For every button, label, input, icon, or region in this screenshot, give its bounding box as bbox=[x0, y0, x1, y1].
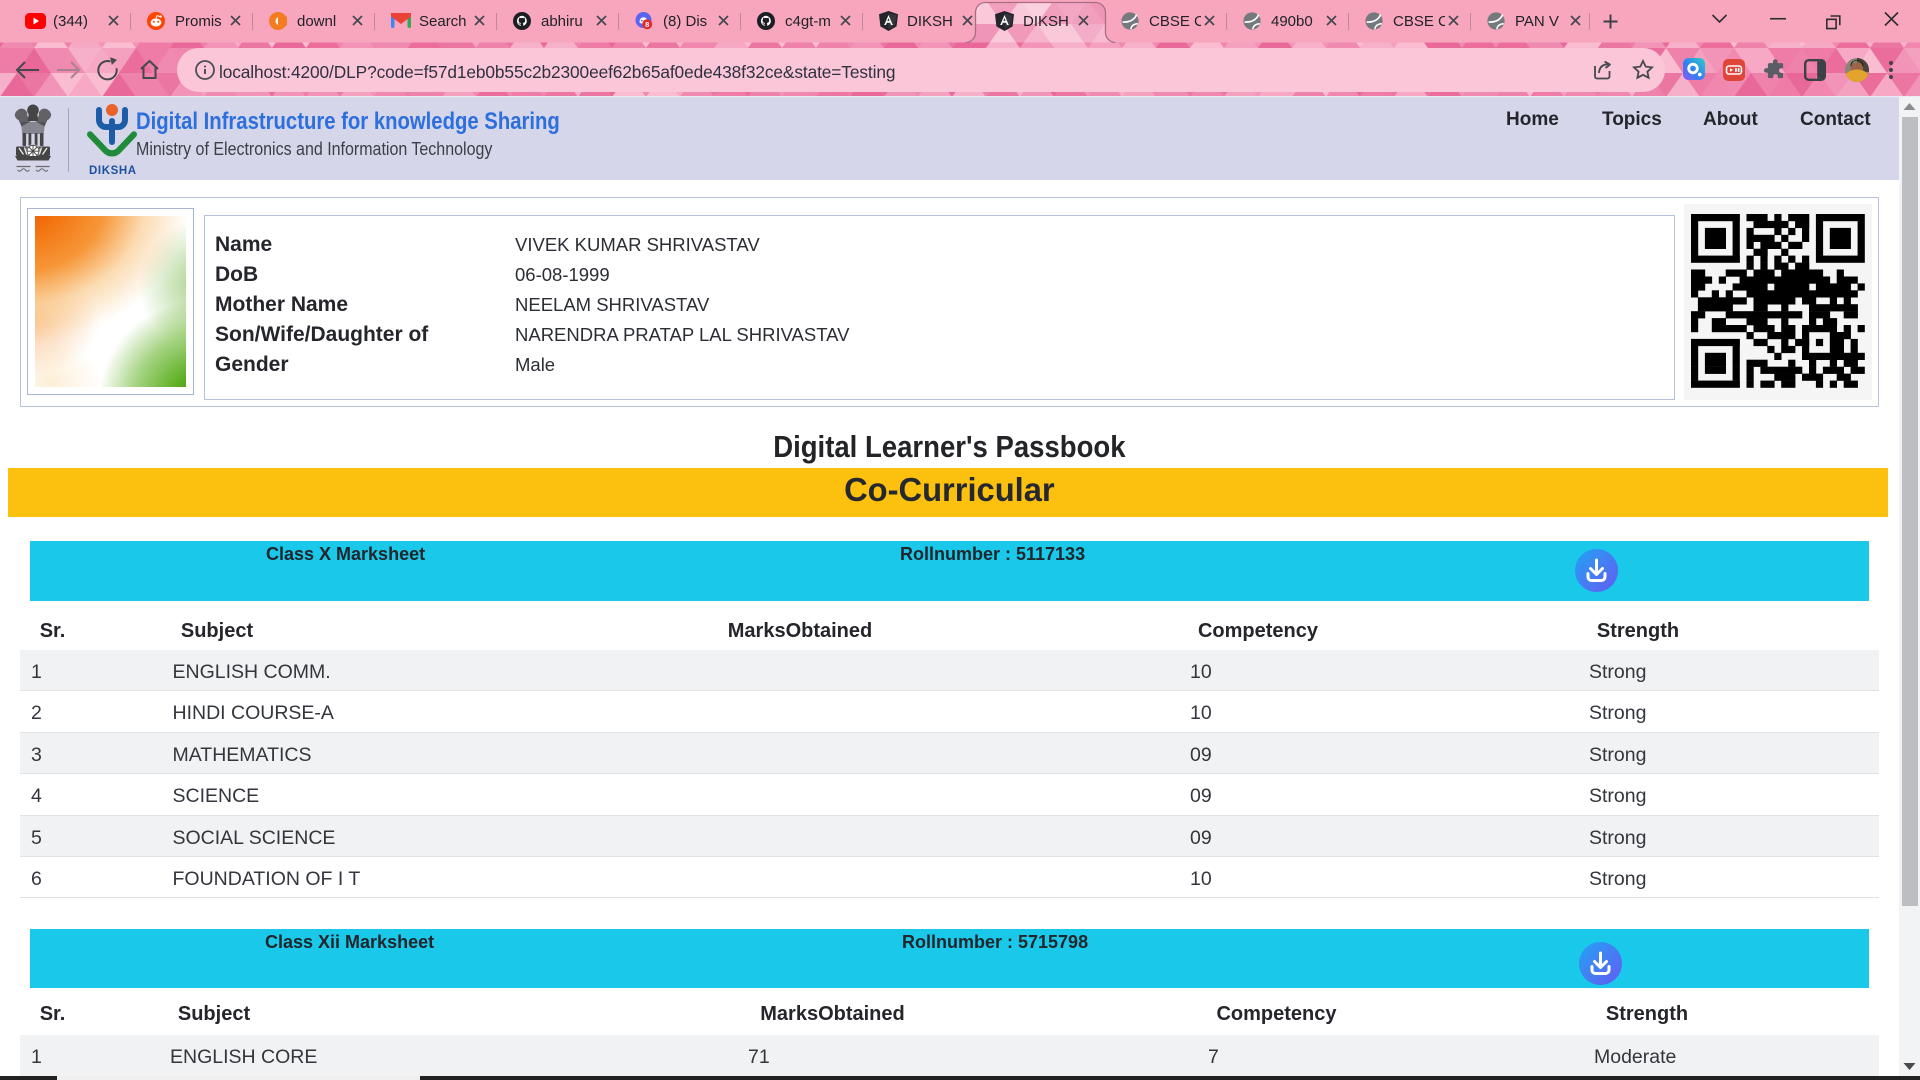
svg-text:8: 8 bbox=[645, 20, 649, 29]
